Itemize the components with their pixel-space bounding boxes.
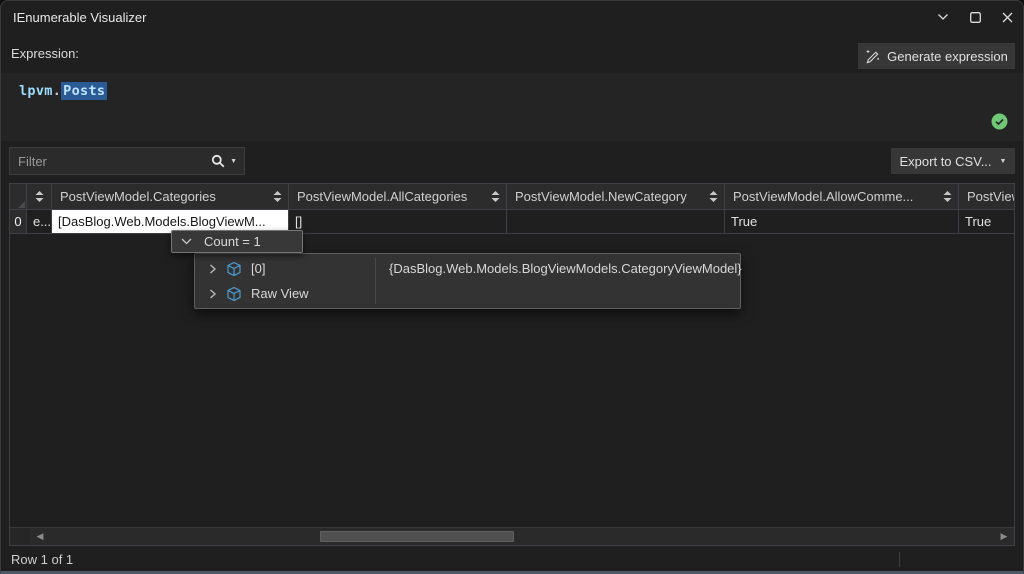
code-token-dot: . (53, 83, 61, 99)
datatip-item-name: [0] (251, 261, 265, 276)
generate-expression-button[interactable]: Generate expression (858, 43, 1015, 69)
expression-editor[interactable]: lpvm.Posts (1, 73, 1023, 141)
datatip-item-0[interactable]: [0] {DasBlog.Web.Models.BlogViewModels.C… (195, 256, 740, 281)
object-cube-icon (226, 261, 242, 277)
search-icon (211, 154, 225, 168)
filter-box: ▼ (9, 147, 245, 175)
cell-allowcomments[interactable]: True (725, 210, 959, 233)
expression-label: Expression: (11, 46, 79, 61)
expression-code: lpvm.Posts (19, 83, 107, 99)
ienumerable-visualizer-window: IEnumerable Visualizer Expression: (0, 0, 1024, 574)
sort-icon (35, 191, 44, 202)
row-count-status: Row 1 of 1 (11, 552, 73, 567)
export-label: Export to CSV... (900, 154, 992, 169)
scrollbar-corner (10, 527, 30, 545)
code-token-object: lpvm (19, 83, 53, 99)
cell-allcategories[interactable]: [] (289, 210, 507, 233)
export-to-csv-button[interactable]: Export to CSV... ▼ (891, 148, 1015, 174)
datatip-item-raw-view[interactable]: Raw View (195, 281, 740, 306)
sort-icon (485, 191, 506, 202)
maximize-button[interactable] (959, 1, 991, 33)
select-all-triangle-icon (18, 201, 25, 208)
row-header-cell[interactable]: 0 (10, 210, 27, 233)
generate-pencil-sparkle-icon (865, 49, 880, 64)
column-header-postview[interactable]: PostView (959, 184, 1014, 209)
window-title: IEnumerable Visualizer (13, 10, 146, 25)
statusbar-divider (899, 552, 900, 567)
horizontal-scrollbar[interactable]: ◀ ▶ (30, 527, 1014, 545)
column-header-allcategories[interactable]: PostViewModel.AllCategories (289, 184, 507, 209)
title-bar: IEnumerable Visualizer (1, 1, 1023, 33)
sort-icon (703, 191, 724, 202)
cell-postview[interactable]: True (959, 210, 1014, 233)
chevron-down-icon (937, 13, 949, 21)
window-menu-button[interactable] (927, 1, 959, 33)
datatip-column-separator (375, 258, 376, 304)
object-cube-icon (226, 286, 242, 302)
status-bar: Row 1 of 1 (1, 548, 1023, 571)
grid-data-row: 0 e... [DasBlog.Web.Models.BlogViewM... … (10, 210, 1014, 234)
scroll-right-arrow[interactable]: ▶ (996, 528, 1012, 545)
filter-options-caret-icon: ▼ (230, 158, 237, 165)
cell-newcategory[interactable] (507, 210, 725, 233)
expression-valid-check-icon (991, 113, 1008, 130)
datatip-item-name: Raw View (251, 286, 309, 301)
filter-search-button[interactable]: ▼ (204, 148, 244, 174)
datatip-count-label: Count = 1 (204, 234, 261, 249)
column-header-categories[interactable]: PostViewModel.Categories (52, 184, 289, 209)
column-header-allowcomments[interactable]: PostViewModel.AllowComme... (725, 184, 959, 209)
sort-icon (267, 191, 288, 202)
scrollbar-thumb[interactable] (320, 531, 514, 542)
close-button[interactable] (991, 1, 1023, 33)
select-all-cell[interactable] (10, 184, 27, 209)
scroll-left-arrow[interactable]: ◀ (32, 528, 48, 545)
maximize-icon (970, 12, 981, 23)
close-icon (1002, 12, 1013, 23)
cell-value-preview[interactable]: e... (27, 210, 52, 233)
chevron-right-icon (209, 264, 217, 274)
window-controls (927, 1, 1023, 33)
column-header-value-preview[interactable] (27, 184, 52, 209)
filter-input[interactable] (10, 154, 204, 169)
chevron-down-icon (181, 238, 192, 245)
export-caret-icon: ▼ (1000, 158, 1007, 165)
sort-icon (937, 191, 958, 202)
code-token-member-selected: Posts (61, 82, 107, 100)
datatip-item-value: {DasBlog.Web.Models.BlogViewModels.Categ… (389, 261, 742, 276)
datatip-panel: [0] {DasBlog.Web.Models.BlogViewModels.C… (194, 253, 741, 309)
generate-expression-label: Generate expression (887, 49, 1008, 64)
results-grid: PostViewModel.Categories PostViewModel.A… (9, 183, 1015, 546)
chevron-right-icon (209, 289, 217, 299)
column-header-newcategory[interactable]: PostViewModel.NewCategory (507, 184, 725, 209)
datatip-count-expander[interactable]: Count = 1 (171, 230, 303, 253)
grid-header-row: PostViewModel.Categories PostViewModel.A… (10, 184, 1014, 210)
